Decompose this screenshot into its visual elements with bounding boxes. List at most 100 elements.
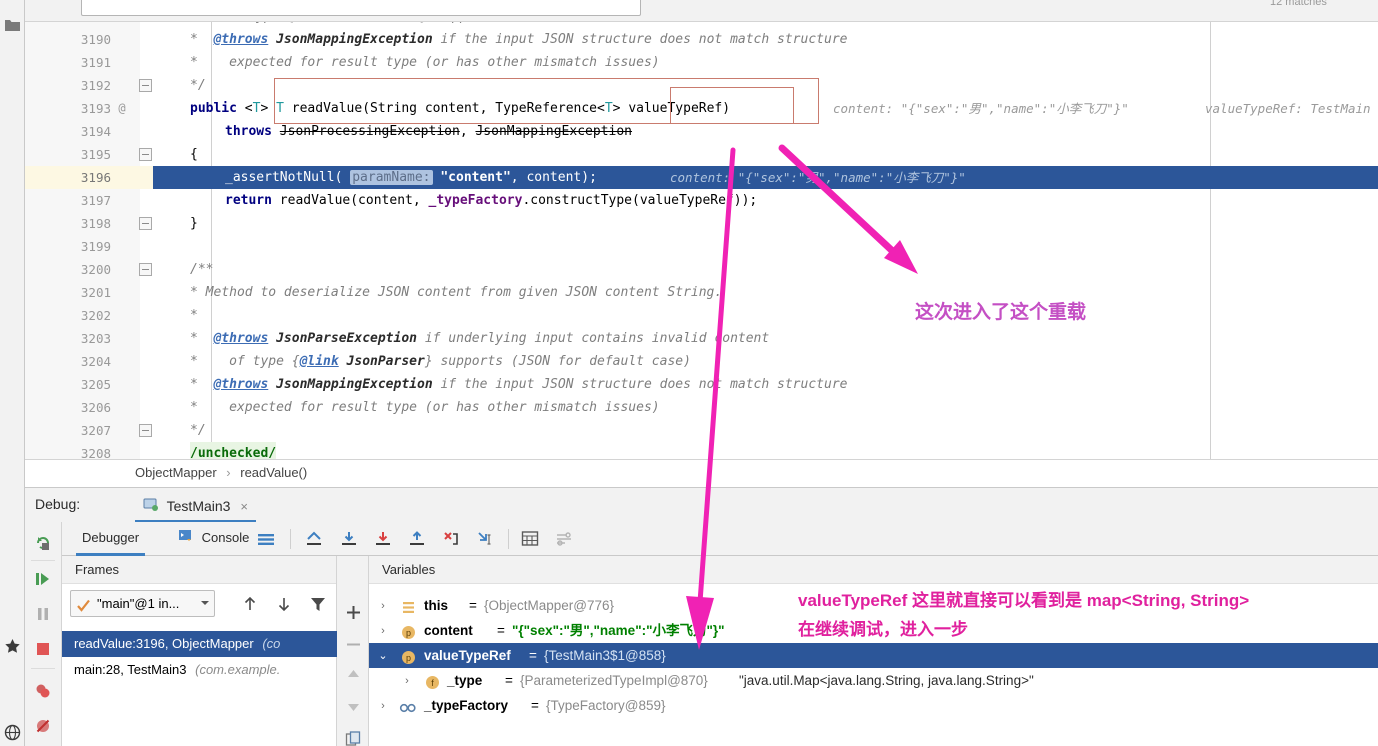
variable-name: _type	[447, 668, 482, 693]
thread-selector-label: "main"@1 in...	[97, 596, 179, 611]
line-code: * @throws JsonParseException if underlyi…	[190, 327, 769, 350]
thread-selector[interactable]: "main"@1 in...	[70, 590, 215, 617]
close-icon[interactable]: ×	[240, 499, 248, 514]
project-folder-icon[interactable]	[4, 16, 21, 33]
step-over-icon[interactable]	[340, 530, 358, 548]
add-watch-icon[interactable]	[345, 604, 362, 621]
pause-program-icon[interactable]	[34, 605, 52, 623]
line-number: 3195	[25, 143, 111, 166]
annotation-gutter-marker[interactable]: @	[113, 97, 131, 120]
line-code: _assertNotNull( paramName: "content", co…	[225, 166, 597, 189]
variables-annotation-note-line2: 在继续调试，进入一步	[798, 619, 968, 641]
filter-icon[interactable]	[308, 594, 328, 614]
evaluate-expression-icon[interactable]	[521, 530, 539, 548]
code-line[interactable]: 3197 return readValue(content, _typeFact…	[25, 189, 1378, 212]
line-number: 3203	[25, 327, 111, 350]
drop-frame-icon[interactable]	[442, 530, 460, 548]
show-execution-point-icon[interactable]	[305, 530, 323, 548]
expand-twisty-icon[interactable]: ›	[401, 675, 413, 687]
stack-frame-icon	[401, 598, 416, 613]
breadcrumb-class[interactable]: ObjectMapper	[135, 465, 217, 480]
code-fold-toggle[interactable]	[139, 424, 152, 437]
code-line[interactable]: 3200 /**	[25, 258, 1378, 281]
variable-row[interactable]: › f _type = {ParameterizedTypeImpl@870} …	[369, 668, 1378, 693]
mute-breakpoints-toggle-icon[interactable]	[34, 717, 52, 735]
line-code: * expected for result type (or has other…	[190, 396, 660, 419]
frame-up-button[interactable]	[240, 594, 260, 614]
collapse-twisty-icon[interactable]: ⌄	[377, 650, 389, 662]
line-number: 3206	[25, 396, 111, 419]
line-number: 3199	[25, 235, 111, 258]
variable-equals: =	[531, 693, 539, 718]
code-fold-toggle[interactable]	[139, 263, 152, 276]
tab-debugger[interactable]: Debugger	[76, 522, 145, 556]
line-code: /unchecked/	[190, 442, 276, 459]
settings-icon[interactable]	[555, 530, 573, 548]
step-out-icon[interactable]	[408, 530, 426, 548]
code-line[interactable]: 3205 * @throws JsonMappingException if t…	[25, 373, 1378, 396]
tab-console[interactable]: Console	[172, 522, 255, 556]
code-line[interactable]: 3207 */	[25, 419, 1378, 442]
variable-name: _typeFactory	[424, 693, 508, 718]
line-code: }	[190, 212, 198, 235]
line-code: {	[190, 143, 198, 166]
favorites-star-icon[interactable]	[4, 638, 21, 655]
view-breakpoints-icon[interactable]	[34, 682, 52, 700]
rerun-icon[interactable]	[34, 534, 52, 552]
code-line[interactable]: 3195 {	[25, 143, 1378, 166]
variables-annotation-note-line1: valueTypeRef 这里就直接可以看到是 map<String, Stri…	[798, 590, 1249, 612]
breadcrumb[interactable]: ObjectMapper › readValue()	[25, 459, 1378, 485]
variable-row[interactable]: › _typeFactory = {TypeFactory@859}	[369, 693, 1378, 718]
debug-session-tab[interactable]: TestMain3 ×	[135, 492, 256, 523]
move-down-icon[interactable]	[345, 698, 362, 715]
line-number: 3193	[25, 97, 111, 120]
line-code: * @throws JsonMappingException if the in…	[190, 28, 847, 51]
remove-watch-icon[interactable]	[345, 636, 362, 653]
resume-program-icon[interactable]	[34, 570, 52, 588]
step-into-icon[interactable]	[374, 530, 392, 548]
variables-panel-title: Variables	[369, 556, 1378, 584]
code-line[interactable]: 3198 }	[25, 212, 1378, 235]
move-up-icon[interactable]	[345, 666, 362, 683]
copy-value-icon[interactable]	[345, 731, 362, 746]
code-line[interactable]: 3191 * expected for result type (or has …	[25, 51, 1378, 74]
line-number: 3197	[25, 189, 111, 212]
mute-breakpoints-icon[interactable]	[257, 530, 275, 548]
chevron-down-icon[interactable]	[201, 601, 209, 605]
code-line-current[interactable]: 3196 _assertNotNull( paramName: "content…	[25, 166, 1378, 189]
code-line[interactable]: 3204 * of type {@link JsonParser} suppor…	[25, 350, 1378, 373]
variable-name: content	[424, 618, 473, 643]
line-code: *	[190, 304, 198, 327]
line-code: * Method to deserialize JSON content fro…	[190, 281, 722, 304]
variable-name: valueTypeRef	[424, 643, 511, 668]
code-line[interactable]: 3199	[25, 235, 1378, 258]
find-in-path-box[interactable]	[81, 0, 641, 16]
breadcrumb-method[interactable]: readValue()	[240, 465, 307, 480]
code-fold-toggle[interactable]	[139, 217, 152, 230]
code-line[interactable]: 3208 /unchecked/	[25, 442, 1378, 459]
code-line[interactable]: 3203 * @throws JsonParseException if und…	[25, 327, 1378, 350]
editor-annotation-note: 这次进入了这个重载	[915, 297, 1086, 324]
expand-twisty-icon[interactable]: ›	[377, 700, 389, 712]
frame-row[interactable]: readValue:3196, ObjectMapper (co	[62, 631, 337, 657]
variable-value: {TypeFactory@859}	[546, 693, 666, 718]
run-to-cursor-icon[interactable]	[476, 530, 494, 548]
frame-row[interactable]: main:28, TestMain3 (com.example.	[62, 657, 337, 683]
svg-text:p: p	[406, 628, 411, 638]
variable-row[interactable]: ⌄ p valueTypeRef = {TestMain3$1@858}	[369, 643, 1378, 668]
inline-hint-content-3196: content: "{"sex":"男","name":"小李飞刀"}"	[670, 166, 966, 189]
check-icon	[76, 596, 91, 611]
code-fold-toggle[interactable]	[139, 148, 152, 161]
code-editor[interactable]: 3189 of type {@link JsonParser} supports…	[25, 22, 1378, 459]
code-line[interactable]: 3190 * @throws JsonMappingException if t…	[25, 28, 1378, 51]
stop-icon[interactable]	[34, 640, 52, 658]
web-globe-icon[interactable]	[4, 724, 21, 741]
code-line[interactable]: 3206 * expected for result type (or has …	[25, 396, 1378, 419]
annotation-line1-rest: 这里就直接可以看到是 map<String, String>	[907, 591, 1249, 610]
expand-twisty-icon[interactable]: ›	[377, 625, 389, 637]
frame-down-button[interactable]	[274, 594, 294, 614]
code-fold-toggle[interactable]	[139, 79, 152, 92]
code-line[interactable]: 3201 * Method to deserialize JSON conten…	[25, 281, 1378, 304]
expand-twisty-icon[interactable]: ›	[377, 600, 389, 612]
code-line[interactable]: 3202 *	[25, 304, 1378, 327]
